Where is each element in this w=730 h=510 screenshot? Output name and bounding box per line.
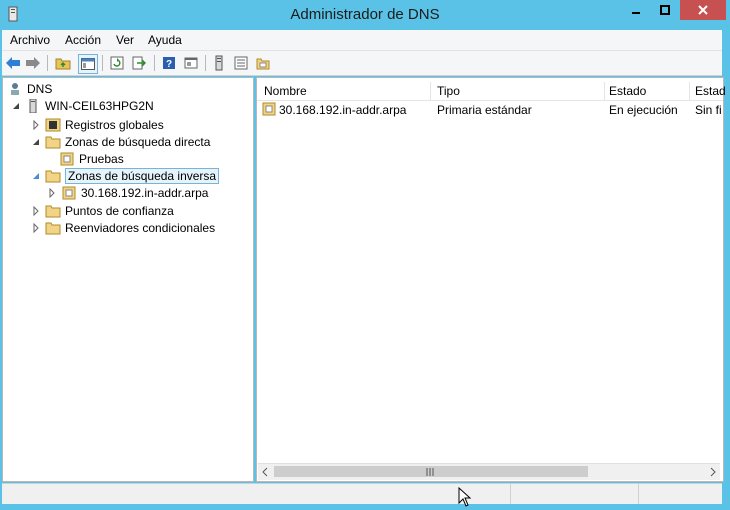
zone-icon [262,102,276,116]
expand-icon [33,119,39,130]
tree-label-trust-points: Puntos de confianza [65,203,174,218]
tree-label-dns: DNS [27,81,53,96]
zone-button[interactable] [254,54,272,72]
tree-label-pruebas: Pruebas [79,151,124,166]
tree-item-pruebas[interactable]: Pruebas [59,150,124,167]
tree-item-conditional-forwarders[interactable]: Reenviadores condicionales [31,219,215,236]
menu-ayuda[interactable]: Ayuda [148,33,182,47]
folder-icon [45,136,61,148]
tree-item-server[interactable]: WIN-CEIL63HPG2N [11,97,154,114]
tree-label-forward-zones: Zonas de búsqueda directa [65,134,211,149]
tree-label-reverse-zone-child: 30.168.192.in-addr.arpa [81,185,209,200]
server-icon [29,98,37,113]
minimize-icon [632,12,640,14]
up-one-level-button[interactable] [54,54,72,72]
list-button[interactable] [232,54,250,72]
expand-icon [49,187,55,198]
scroll-right-icon[interactable] [708,467,718,477]
expand-icon [33,205,39,216]
properties-icon [184,57,198,69]
horizontal-scrollbar[interactable] [258,463,720,480]
folder-icon [45,170,61,182]
column-header-estado[interactable]: Estado [609,84,646,98]
close-icon [698,5,708,15]
folder-icon [45,205,61,217]
tree-label-global-logs: Registros globales [65,117,164,132]
tree-label-conditional-forwarders: Reenviadores condicionales [65,220,216,235]
status-bar [2,483,722,504]
maximize-button[interactable] [651,0,679,20]
properties-button[interactable] [182,54,200,72]
column-header-estado-2[interactable]: Estad [695,84,726,98]
menu-ver[interactable]: Ver [116,33,134,47]
server-icon [215,55,223,71]
menu-archivo[interactable]: Archivo [10,33,50,47]
back-button[interactable] [4,54,22,72]
menu-bar: Archivo Acción Ver Ayuda [2,30,722,51]
svg-text:?: ? [166,59,172,70]
dns-manager-window: Administrador de DNS Archivo Acción Ver … [0,0,730,510]
refresh-icon [110,56,124,70]
server-button[interactable] [210,54,228,72]
dns-root-icon [11,82,19,95]
tree-item-reverse-zone-child[interactable]: 30.168.192.in-addr.arpa [47,184,208,201]
cell-status: En ejecución [609,103,678,117]
tree-item-trust-points[interactable]: Puntos de confianza [31,202,174,219]
maximize-icon [660,5,670,15]
help-icon: ? [163,57,175,70]
folder-up-icon [55,58,71,70]
show-hide-tree-button[interactable] [78,54,98,74]
column-header-nombre[interactable]: Nombre [264,84,307,98]
tree-item-forward-zones[interactable]: Zonas de búsqueda directa [31,133,210,150]
tree-label-reverse-zones: Zonas de búsqueda inversa [65,167,220,184]
console-tree-pane[interactable]: DNS WIN-CEIL63HPG2N Registros globales Z… [2,77,254,482]
menu-accion[interactable]: Acción [65,33,101,47]
logs-icon [45,118,61,131]
collapse-icon [13,102,19,109]
back-icon [6,57,20,69]
scroll-thumb[interactable] [274,466,588,477]
collapse-icon [33,172,39,179]
minimize-button[interactable] [622,0,650,20]
list-header: Nombre Tipo Estado Estad [257,82,726,101]
title-bar[interactable]: Administrador de DNS [0,0,730,30]
cell-name: 30.168.192.in-addr.arpa [279,103,407,117]
window-title: Administrador de DNS [290,6,440,23]
column-header-tipo[interactable]: Tipo [437,84,460,98]
forward-icon [26,57,40,69]
refresh-button[interactable] [108,54,126,72]
zone-icon [256,58,270,70]
help-button[interactable]: ? [160,54,178,72]
result-list-pane[interactable]: Nombre Tipo Estado Estad 30.168.192.in-a… [256,77,726,482]
scroll-left-icon[interactable] [260,467,270,477]
grip-icon [426,468,434,476]
export-list-button[interactable] [130,54,148,72]
cell-status-2: Sin fi [695,103,721,117]
mouse-cursor-icon [458,487,472,507]
expand-icon [33,222,39,233]
folder-icon [45,222,61,234]
toolbar: ? [2,51,722,76]
collapse-icon [33,138,39,145]
tree-item-reverse-zones[interactable]: Zonas de búsqueda inversa [31,167,220,184]
zone-icon [60,152,74,165]
tree-item-global-logs[interactable]: Registros globales [31,116,164,133]
tree-label-server: WIN-CEIL63HPG2N [45,98,154,113]
list-icon [234,56,248,70]
tree-item-dns[interactable]: DNS [7,80,52,97]
zone-icon [62,186,76,199]
close-button[interactable] [680,0,726,20]
forward-button[interactable] [24,54,42,72]
show-tree-icon [81,58,95,70]
export-icon [132,56,146,70]
cell-type: Primaria estándar [437,103,532,117]
